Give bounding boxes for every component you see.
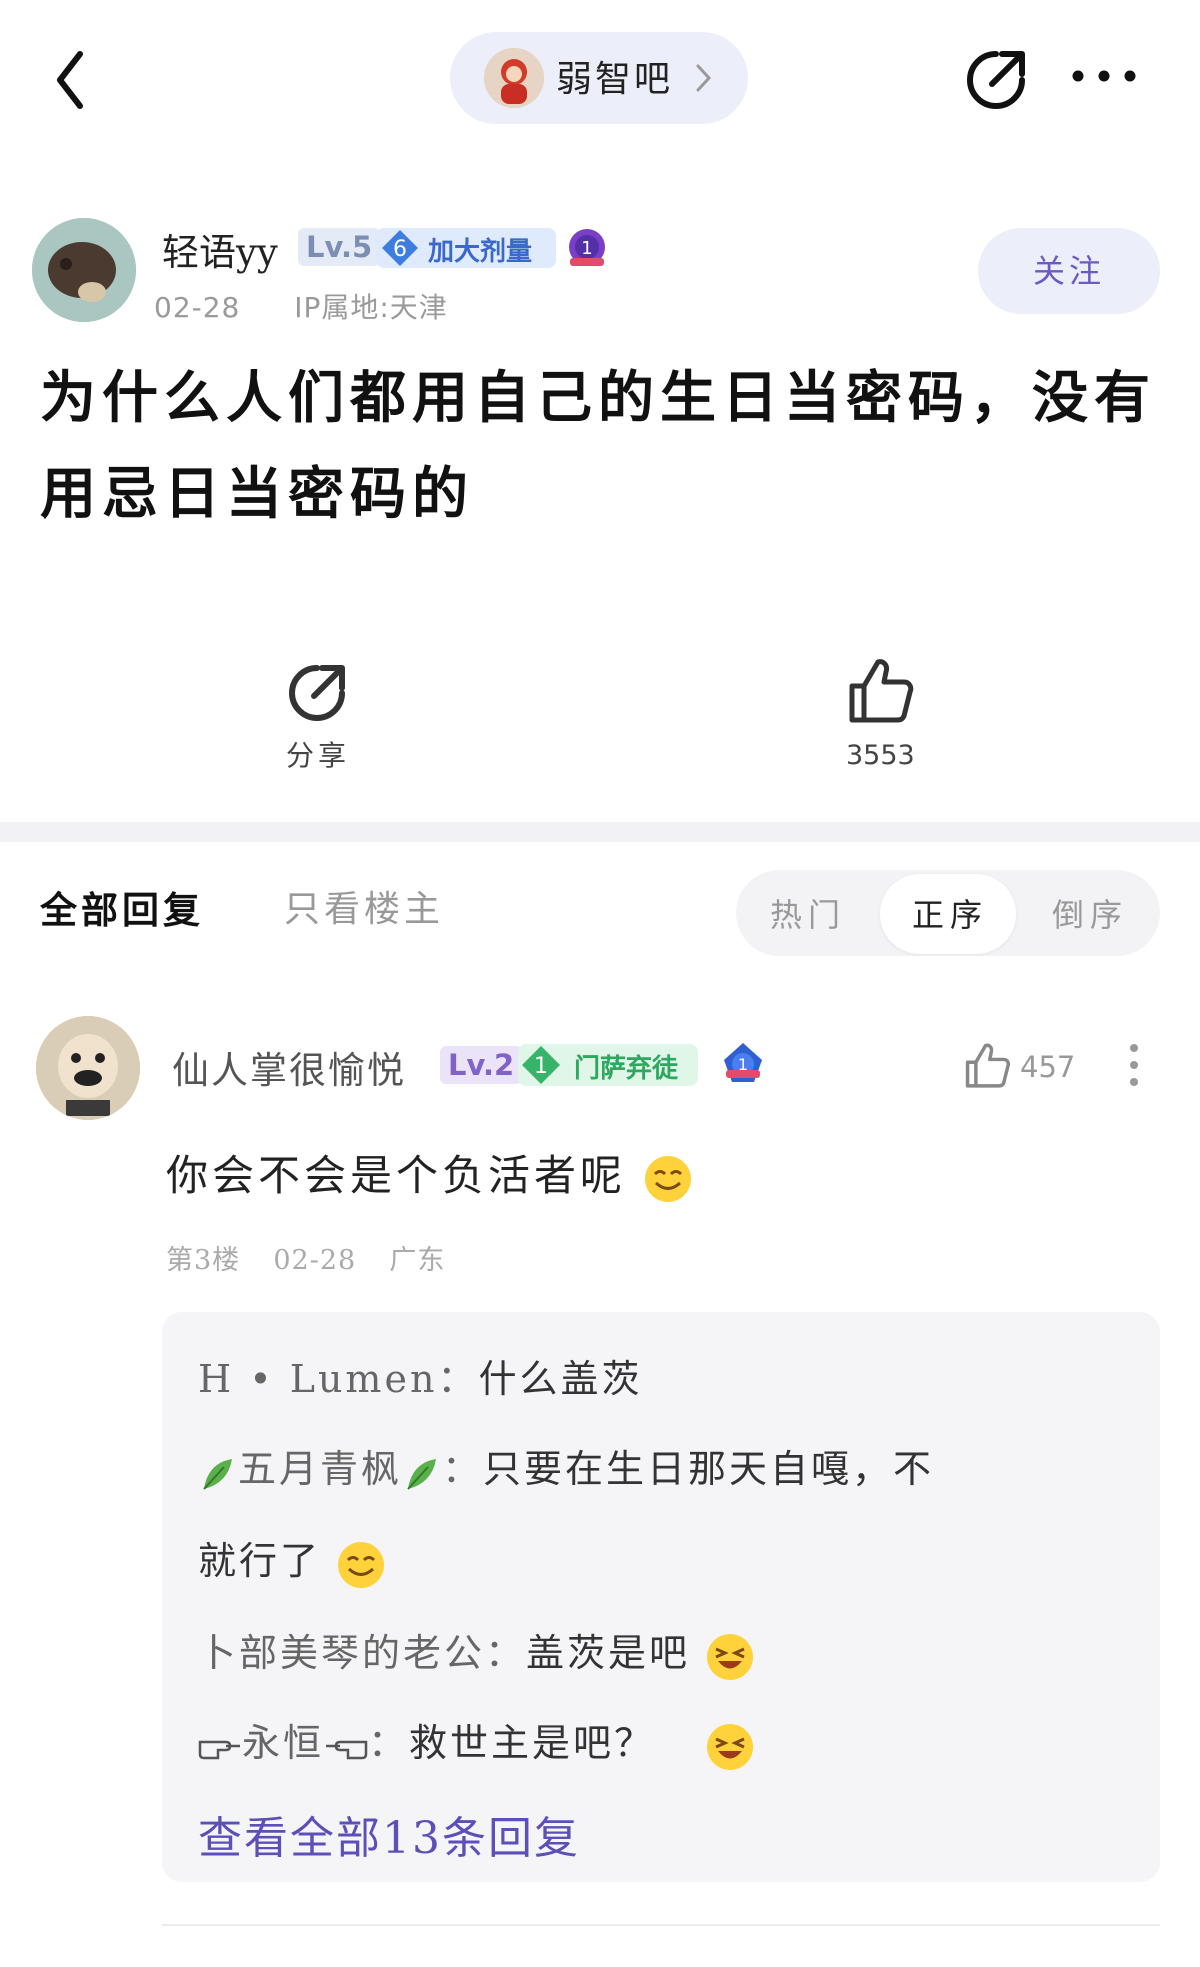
forum-avatar <box>484 48 544 108</box>
svg-text:6: 6 <box>393 237 407 262</box>
svg-text:1: 1 <box>534 1054 548 1079</box>
diamond-icon: 1 <box>522 1046 560 1084</box>
reply-meta: 第3楼 02-28 广东 <box>166 1238 445 1277</box>
sub-reply-author[interactable]: 卜部美琴的老公 <box>198 1631 485 1675</box>
leaf-icon <box>407 1458 437 1490</box>
reply-location: 广东 <box>389 1245 446 1276</box>
sort-desc[interactable]: 倒序 <box>1052 890 1128 936</box>
sub-reply[interactable]: 永恒 ：救世主是吧？ <box>198 1712 755 1772</box>
post-date: 02-28 <box>154 291 241 324</box>
forum-name[interactable]: 弱智吧 <box>556 50 673 102</box>
sub-reply[interactable]: H • Lumen：什么盖茨 <box>198 1348 642 1403</box>
share-icon <box>967 51 1025 109</box>
reply-avatar[interactable] <box>36 1016 140 1120</box>
more-button[interactable] <box>1068 62 1140 90</box>
grin-emoji-icon <box>707 1633 754 1680</box>
sub-reply-author[interactable]: 永恒 <box>242 1721 324 1765</box>
svg-text:1: 1 <box>581 238 592 259</box>
post-like-count: 3553 <box>846 740 915 771</box>
author-avatar[interactable] <box>32 218 136 322</box>
sort-hot[interactable]: 热门 <box>770 890 846 936</box>
thumbs-up-icon <box>849 659 914 723</box>
sub-reply-text: 救世主是吧？ <box>409 1721 656 1765</box>
medal-icon: 1 <box>724 1043 762 1082</box>
sub-reply-text: 就行了 <box>198 1539 322 1583</box>
post-meta: 02-28 IP属地:天津 <box>154 286 448 326</box>
reply-text-body: 你会不会是个负活者呢 <box>166 1151 627 1200</box>
sub-reply-author[interactable]: H • Lumen <box>198 1357 437 1401</box>
back-button[interactable] <box>40 40 110 120</box>
sub-reply-continuation: 就行了 <box>198 1530 386 1590</box>
share-label[interactable]: 分享 <box>286 734 350 774</box>
reply-like-count: 457 <box>1020 1050 1076 1084</box>
svg-text:1: 1 <box>738 1055 748 1074</box>
share-top-button[interactable] <box>962 46 1030 114</box>
post-ip-location: IP属地:天津 <box>294 291 448 324</box>
sub-reply[interactable]: 卜部美琴的老公：盖茨是吧 <box>198 1622 755 1682</box>
view-all-replies-link[interactable]: 查看全部13条回复 <box>198 1802 580 1866</box>
tab-all-replies[interactable]: 全部回复 <box>40 880 204 934</box>
follow-button[interactable]: 关注 <box>978 228 1160 314</box>
share-icon <box>289 665 345 721</box>
back-arrow-icon <box>57 51 83 109</box>
reply-text: 你会不会是个负活者呢 <box>166 1142 693 1204</box>
grin-emoji-icon <box>707 1723 754 1770</box>
chevron-right-icon <box>696 64 712 92</box>
sub-reply-author[interactable]: 五月青枫 <box>238 1447 402 1491</box>
leaf-icon <box>203 1458 232 1490</box>
reply-author-name[interactable]: 仙人掌很愉悦 <box>172 1040 406 1094</box>
reply-title-text: 门萨弃徒 <box>574 1054 679 1084</box>
sub-reply-text: 什么盖茨 <box>478 1357 643 1401</box>
diamond-icon: 6 <box>382 230 418 266</box>
vertical-more-icon <box>1130 1044 1138 1086</box>
reply-floor: 第3楼 <box>166 1245 241 1276</box>
post-title: 为什么人们都用自己的生日当密码，没有用忌日当密码的 <box>40 365 1156 527</box>
author-title-text: 加大剂量 <box>428 237 533 267</box>
thumbs-up-icon <box>965 1043 1011 1088</box>
pointing-hand-icon <box>198 1740 240 1759</box>
bottom-divider <box>162 1924 1160 1926</box>
reply-like-button[interactable] <box>962 1040 1012 1090</box>
pointing-hand-icon <box>326 1740 368 1759</box>
medal-icon: 1 <box>569 229 605 266</box>
more-icon <box>1072 70 1136 82</box>
sub-reply[interactable]: 五月青枫 ：只要在生日那天自嘎，不 <box>198 1438 934 1493</box>
smile-emoji-icon <box>645 1156 692 1202</box>
reply-level-badge: Lv.2 <box>440 1046 523 1084</box>
tab-op-only[interactable]: 只看楼主 <box>284 880 444 932</box>
like-button[interactable] <box>844 654 916 726</box>
reply-more-button[interactable] <box>1124 1040 1144 1090</box>
sub-reply-text: 只要在生日那天自嘎，不 <box>483 1447 935 1491</box>
reply-date: 02-28 <box>273 1245 357 1276</box>
author-name[interactable]: 轻语yy <box>162 222 278 276</box>
sub-reply-text: 盖茨是吧 <box>526 1631 691 1675</box>
section-divider <box>0 822 1200 842</box>
share-button[interactable] <box>284 660 350 726</box>
sort-asc[interactable]: 正序 <box>912 890 988 936</box>
smile-emoji-icon <box>338 1541 385 1588</box>
author-level-badge: Lv.5 <box>298 228 381 266</box>
